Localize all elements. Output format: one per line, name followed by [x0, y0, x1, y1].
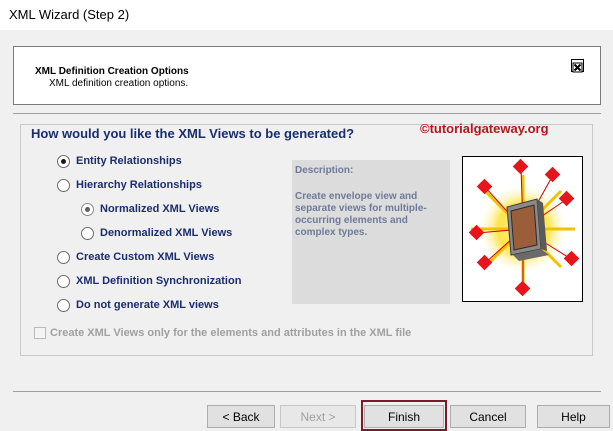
finish-button[interactable]: Finish	[364, 405, 444, 428]
radio-label: Do not generate XML views	[76, 299, 219, 311]
header-subtitle: XML definition creation options.	[49, 78, 189, 89]
radio-unchecked-icon[interactable]	[57, 178, 70, 192]
radio-denormalized-xml-views[interactable]: Denormalized XML Views	[81, 225, 232, 241]
radio-do-not-generate[interactable]: Do not generate XML views	[57, 297, 219, 313]
radio-unchecked-icon[interactable]	[57, 298, 70, 312]
radio-hierarchy-relationships[interactable]: Hierarchy Relationships	[57, 177, 202, 193]
radio-label: Create Custom XML Views	[76, 251, 215, 263]
radio-xml-definition-synchronization[interactable]: XML Definition Synchronization	[57, 273, 241, 289]
radio-label: Hierarchy Relationships	[76, 179, 202, 191]
watermark: ©tutorialgateway.org	[420, 121, 549, 136]
next-button[interactable]: Next >	[280, 405, 356, 428]
close-box-icon	[571, 59, 584, 73]
radio-checked-icon[interactable]	[81, 202, 94, 216]
description-text: Create envelope view and separate views …	[295, 191, 427, 238]
radio-unchecked-icon[interactable]	[81, 226, 94, 240]
cancel-button[interactable]: Cancel	[450, 405, 526, 428]
radio-label: XML Definition Synchronization	[76, 275, 242, 287]
description-title: Description:	[295, 165, 354, 176]
radio-entity-relationships[interactable]: Entity Relationships	[57, 153, 182, 169]
checkbox-icon[interactable]	[34, 327, 46, 339]
xml-views-monitor-illustration	[462, 156, 583, 302]
radio-checked-icon[interactable]	[57, 154, 70, 168]
radio-label: Denormalized XML Views	[100, 227, 233, 239]
radio-normalized-xml-views[interactable]: Normalized XML Views	[81, 201, 219, 217]
checkbox-label: Create XML Views only for the elements a…	[50, 327, 412, 339]
radio-unchecked-icon[interactable]	[57, 250, 70, 264]
question-heading: How would you like the XML Views to be g…	[31, 126, 355, 141]
radio-label: Entity Relationships	[76, 155, 182, 167]
description-box: Description: Create envelope view and se…	[292, 160, 450, 304]
window-title: XML Wizard (Step 2)	[9, 7, 130, 22]
create-views-only-checkbox[interactable]: Create XML Views only for the elements a…	[34, 327, 411, 339]
radio-label: Normalized XML Views	[100, 203, 220, 215]
header-panel: XML Definition Creation Options XML defi…	[13, 46, 601, 105]
radio-unchecked-icon[interactable]	[57, 274, 70, 288]
monitor-icon	[506, 198, 549, 261]
radio-create-custom-xml-views[interactable]: Create Custom XML Views	[57, 249, 214, 265]
help-button[interactable]: Help	[537, 405, 610, 428]
back-button[interactable]: < Back	[207, 405, 275, 428]
header-title: XML Definition Creation Options	[35, 66, 189, 77]
title-bar: XML Wizard (Step 2)	[0, 0, 613, 30]
